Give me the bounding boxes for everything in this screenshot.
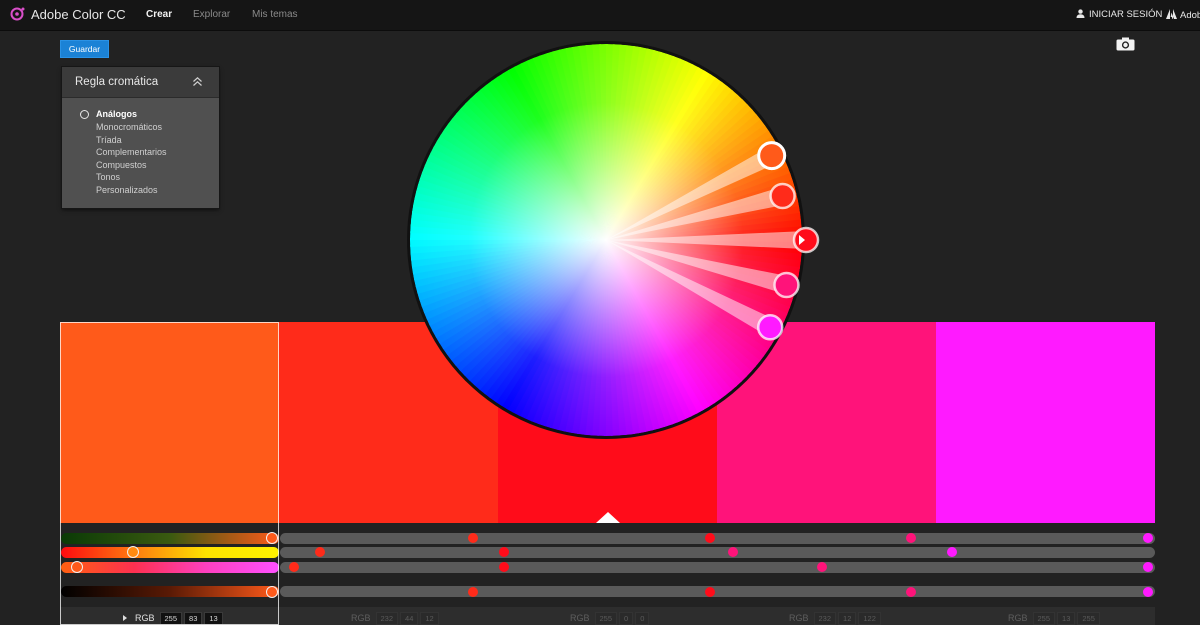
color-handle[interactable] [769, 182, 796, 210]
rgb-r-field[interactable]: 232 [813, 611, 837, 625]
slider-thumb[interactable] [266, 532, 278, 544]
color-rule-header[interactable]: Regla cromática [62, 67, 219, 98]
slider-thumb[interactable] [468, 587, 478, 597]
color-swatch[interactable] [60, 322, 280, 523]
rgb-mode-label[interactable]: RGB [570, 613, 590, 623]
slider-thumb[interactable] [315, 547, 325, 557]
rule-option-complementarios[interactable]: Complementarios [96, 147, 167, 157]
radio-icon[interactable] [80, 110, 89, 119]
rgb-values-swatch-4[interactable]: RGB 232 12 122 [789, 611, 881, 625]
slider-thumb[interactable] [705, 533, 715, 543]
slider-track-4[interactable] [280, 586, 1155, 597]
rule-option-monocromaticos[interactable]: Monocromáticos [96, 122, 162, 132]
base-color-marker [596, 512, 620, 523]
rgb-b-field[interactable]: 13 [204, 611, 223, 625]
rule-option-personalizados[interactable]: Personalizados [96, 185, 158, 195]
slider-thumb[interactable] [947, 547, 957, 557]
chevron-up-double-icon[interactable] [192, 76, 203, 87]
slider-track-1-active[interactable] [61, 533, 279, 544]
slider-thumb[interactable] [817, 562, 827, 572]
slider-thumb[interactable] [728, 547, 738, 557]
rgb-g-field[interactable]: 44 [400, 611, 419, 625]
color-rule-title: Regla cromática [75, 76, 159, 88]
color-swatch[interactable] [936, 322, 1155, 523]
nav-mis-temas[interactable]: Mis temas [252, 9, 298, 20]
slider-thumb[interactable] [1143, 533, 1153, 543]
color-wheel-hue-disc[interactable] [410, 44, 802, 436]
rgb-g-field[interactable]: 13 [1057, 611, 1076, 625]
adobe-logo-icon [1166, 9, 1177, 19]
expand-arrow-icon[interactable] [123, 615, 127, 621]
rgb-mode-label[interactable]: RGB [1008, 613, 1028, 623]
slider-track-1[interactable] [280, 533, 1155, 544]
slider-thumb[interactable] [289, 562, 299, 572]
slider-track-4-active[interactable] [61, 586, 279, 597]
slider-thumb[interactable] [71, 561, 83, 573]
rule-option-compuestos[interactable]: Compuestos [96, 160, 147, 170]
rgb-r-field[interactable]: 255 [159, 611, 183, 625]
slider-thumb[interactable] [499, 562, 509, 572]
adobe-label: Adob [1180, 10, 1200, 21]
rgb-g-field[interactable]: 12 [838, 611, 857, 625]
rgb-values-swatch-3[interactable]: RGB 255 0 0 [570, 611, 650, 625]
rgb-mode-label[interactable]: RGB [789, 613, 809, 623]
rgb-b-field[interactable]: 12 [420, 611, 439, 625]
rgb-mode-label[interactable]: RGB [135, 613, 155, 623]
adobe-link[interactable]: Adob [1166, 9, 1200, 21]
slider-thumb[interactable] [266, 586, 278, 598]
rule-option-tonos[interactable]: Tonos [96, 172, 120, 182]
slider-thumb[interactable] [1143, 587, 1153, 597]
sign-in-label: INICIAR SESIÓN [1089, 9, 1163, 20]
nav-crear[interactable]: Crear [146, 9, 172, 20]
rgb-r-field[interactable]: 255 [594, 611, 618, 625]
nav-explorar[interactable]: Explorar [193, 9, 230, 20]
rgb-r-field[interactable]: 232 [375, 611, 399, 625]
user-icon [1076, 9, 1085, 18]
sign-in-link[interactable]: INICIAR SESIÓN [1076, 9, 1162, 20]
slider-thumb[interactable] [1143, 562, 1153, 572]
color-rule-panel: Regla cromática Análogos Monocromáticos … [62, 67, 219, 208]
rgb-b-field[interactable]: 255 [1077, 611, 1100, 625]
rgb-mode-label[interactable]: RGB [351, 613, 371, 623]
rgb-values-swatch-1[interactable]: RGB 255 83 13 [123, 611, 223, 625]
slider-thumb[interactable] [906, 587, 916, 597]
slider-thumb[interactable] [705, 587, 715, 597]
color-handle[interactable] [756, 314, 784, 341]
adobe-color-logo-icon[interactable] [10, 6, 26, 22]
slider-track-2-active[interactable] [61, 547, 279, 558]
top-bar: Adobe Color CC Crear Explorar Mis temas … [0, 0, 1200, 31]
base-color-handle[interactable] [757, 141, 787, 171]
slider-thumb[interactable] [906, 533, 916, 543]
slider-thumb[interactable] [127, 546, 139, 558]
rgb-values-swatch-5[interactable]: RGB 255 13 255 [1008, 611, 1100, 625]
slider-thumb[interactable] [468, 533, 478, 543]
camera-icon[interactable] [1116, 37, 1135, 51]
slider-thumb[interactable] [499, 547, 509, 557]
rgb-b-field[interactable]: 0 [635, 611, 650, 625]
save-button[interactable]: Guardar [60, 40, 109, 58]
app-title[interactable]: Adobe Color CC [31, 7, 126, 22]
slider-track-3-active[interactable] [61, 562, 279, 573]
rgb-values-swatch-2[interactable]: RGB 232 44 12 [351, 611, 439, 625]
rgb-r-field[interactable]: 255 [1032, 611, 1056, 625]
rgb-g-field[interactable]: 83 [184, 611, 203, 625]
rgb-b-field[interactable]: 122 [858, 611, 881, 625]
color-handle[interactable] [792, 226, 820, 254]
color-handle[interactable] [773, 271, 800, 299]
slider-track-2[interactable] [280, 547, 1155, 558]
rule-option-triada[interactable]: Tríada [96, 135, 122, 145]
rule-option-analogos[interactable]: Análogos [96, 109, 137, 119]
slider-track-3[interactable] [280, 562, 1155, 573]
rgb-g-field[interactable]: 0 [619, 611, 634, 625]
